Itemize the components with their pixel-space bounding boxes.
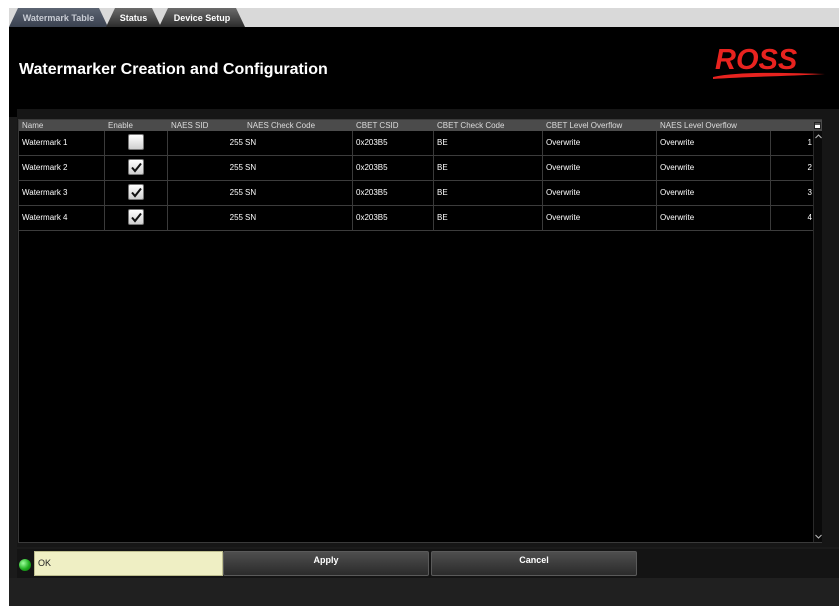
cell-naes-check-code: SN [244, 156, 353, 181]
cell-index: 4 [807, 213, 812, 222]
cell-naes-sid: 255 [229, 213, 243, 222]
cell-naes-sid: 255 [229, 188, 243, 197]
table-row[interactable]: Watermark 3 255 SN 0x203B5 BE Overwrite … [19, 181, 813, 206]
tab-bar: Watermark Table Status Device Setup [9, 8, 839, 27]
tab-device-setup[interactable]: Device Setup [159, 8, 245, 27]
chevron-up-icon[interactable] [815, 133, 822, 140]
cell-naes-level-overflow: Overwrite [657, 156, 771, 181]
column-header-cbet-check-code[interactable]: CBET Check Code [434, 120, 504, 131]
cell-cbet-csid: 0x203B5 [353, 156, 434, 181]
cell-cbet-check-code: BE [434, 206, 543, 231]
cell-name: Watermark 3 [19, 181, 105, 206]
checkmark-icon [131, 187, 142, 198]
apply-button[interactable]: Apply [223, 551, 429, 576]
cell-naes-level-overflow: Overwrite [657, 206, 771, 231]
cell-naes-check-code: SN [244, 131, 353, 156]
cell-cbet-check-code: BE [434, 131, 543, 156]
app-window: Watermark Table Status Device Setup Wate… [9, 8, 839, 606]
column-header-name[interactable]: Name [19, 120, 43, 131]
tab-status[interactable]: Status [106, 8, 161, 27]
enable-checkbox[interactable] [128, 159, 144, 175]
page-title: Watermarker Creation and Configuration [19, 61, 328, 78]
cell-naes-sid: 255 [229, 163, 243, 172]
watermark-table: Name Enable NAES SID NAES Check Code CBE… [18, 119, 822, 543]
cell-naes-level-overflow: Overwrite [657, 131, 771, 156]
column-header-naes-sid[interactable]: NAES SID [168, 120, 208, 131]
table-row[interactable]: Watermark 1 255 SN 0x203B5 BE Overwrite … [19, 131, 813, 156]
cell-cbet-csid: 0x203B5 [353, 131, 434, 156]
cell-cbet-level-overflow: Overwrite [543, 206, 657, 231]
enable-checkbox[interactable] [128, 184, 144, 200]
cell-cbet-csid: 0x203B5 [353, 206, 434, 231]
cell-enable [105, 181, 168, 206]
status-led-icon [19, 559, 31, 571]
enable-checkbox[interactable] [128, 209, 144, 225]
cell-enable [105, 156, 168, 181]
cell-enable [105, 131, 168, 156]
cell-naes-check-code: SN [244, 206, 353, 231]
cell-name: Watermark 4 [19, 206, 105, 231]
cell-enable [105, 206, 168, 231]
logo-text: ROSS [715, 44, 798, 76]
column-header-naes-check-code[interactable]: NAES Check Code [244, 120, 315, 131]
cell-index: 2 [807, 163, 812, 172]
column-chooser-icon[interactable] [813, 120, 822, 131]
tab-watermark-table[interactable]: Watermark Table [9, 8, 108, 27]
page-header: Watermarker Creation and Configuration R… [9, 27, 839, 117]
cell-cbet-level-overflow: Overwrite [543, 156, 657, 181]
cell-cbet-csid: 0x203B5 [353, 181, 434, 206]
cell-naes-level-overflow: Overwrite [657, 181, 771, 206]
ross-logo: ROSS [713, 44, 825, 79]
column-header-enable[interactable]: Enable [105, 120, 133, 131]
checkmark-icon [131, 162, 142, 173]
enable-checkbox[interactable] [128, 134, 144, 150]
table-row[interactable]: Watermark 2 255 SN 0x203B5 BE Overwrite … [19, 156, 813, 181]
checkmark-icon [131, 212, 142, 223]
cell-cbet-level-overflow: Overwrite [543, 131, 657, 156]
status-field: OK [34, 551, 223, 576]
bottom-panel [9, 578, 839, 606]
cell-cbet-level-overflow: Overwrite [543, 181, 657, 206]
cell-name: Watermark 1 [19, 131, 105, 156]
chevron-down-icon[interactable] [815, 533, 822, 540]
column-header-cbet-csid[interactable]: CBET CSID [353, 120, 399, 131]
cell-index: 1 [807, 138, 812, 147]
cell-cbet-check-code: BE [434, 156, 543, 181]
cancel-button[interactable]: Cancel [431, 551, 637, 576]
column-header-cbet-level-overflow[interactable]: CBET Level Overflow [543, 120, 622, 131]
cell-naes-sid: 255 [229, 138, 243, 147]
column-header-naes-level-overflow[interactable]: NAES Level Overflow [657, 120, 737, 131]
table-header: Name Enable NAES SID NAES Check Code CBE… [19, 120, 813, 131]
cell-naes-check-code: SN [244, 181, 353, 206]
cell-cbet-check-code: BE [434, 181, 543, 206]
vertical-scrollbar[interactable] [813, 131, 822, 542]
table-row[interactable]: Watermark 4 255 SN 0x203B5 BE Overwrite … [19, 206, 813, 231]
cell-index: 3 [807, 188, 812, 197]
cell-name: Watermark 2 [19, 156, 105, 181]
